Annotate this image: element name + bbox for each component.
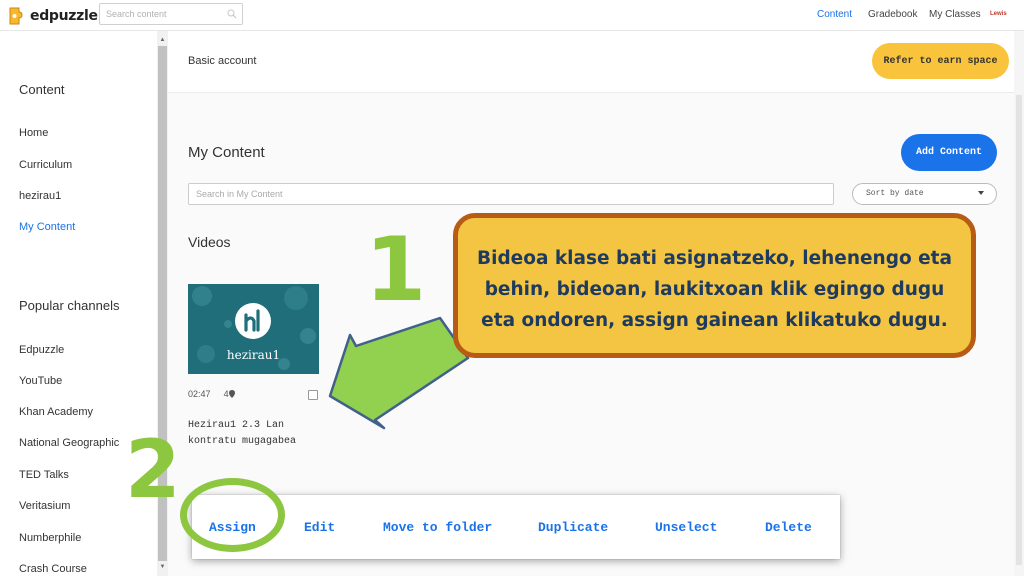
highlight-ring: [180, 478, 285, 552]
duplicate-button[interactable]: Duplicate: [538, 520, 608, 535]
bulk-action-bar: Assign Edit Move to folder Duplicate Uns…: [192, 495, 840, 559]
move-to-folder-button[interactable]: Move to folder: [383, 520, 492, 535]
screen: edpuzzle Content Gradebook My Classes Le…: [0, 0, 1024, 576]
delete-button[interactable]: Delete: [765, 520, 812, 535]
instruction-callout: Bideoa klase bati asignatzeko, lehenengo…: [453, 213, 976, 358]
callout-text: Bideoa klase bati asignatzeko, lehenengo…: [477, 248, 952, 331]
unselect-button[interactable]: Unselect: [655, 520, 717, 535]
edit-button[interactable]: Edit: [304, 520, 335, 535]
